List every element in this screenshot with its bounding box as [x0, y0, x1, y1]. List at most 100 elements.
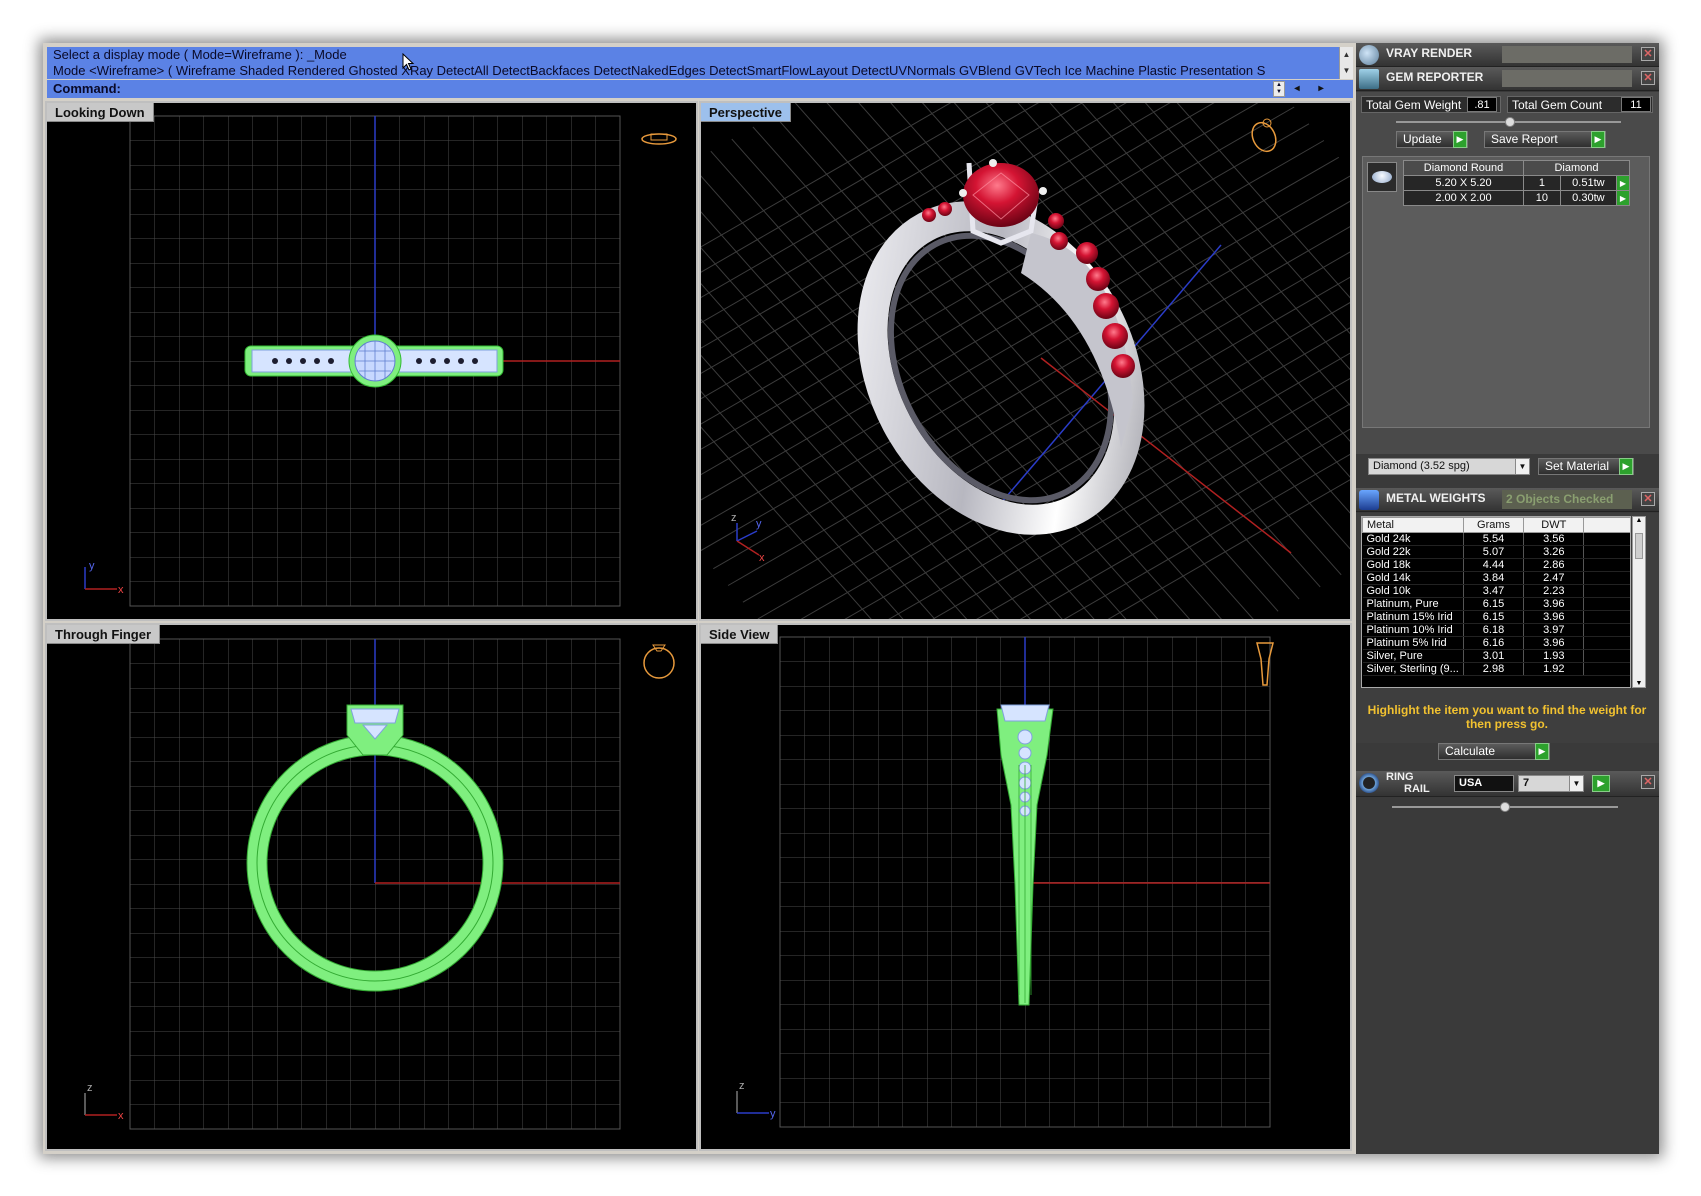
- gem-list: Diamond Round Diamond 5.20 X 5.20 1 0.51…: [1362, 156, 1650, 428]
- metal-grams: 6.16: [1463, 636, 1525, 650]
- metal-row[interactable]: Platinum 15% Irid 6.15 3.96: [1362, 610, 1630, 624]
- metal-name: Gold 24k: [1362, 532, 1464, 546]
- command-spinner[interactable]: ▲ ▼: [1273, 81, 1285, 97]
- ring-render: [857, 159, 1145, 535]
- close-icon[interactable]: ✕: [1641, 47, 1655, 61]
- metal-weights-header[interactable]: METAL WEIGHTS 2 Objects Checked ✕: [1356, 488, 1659, 512]
- go-arrow-icon[interactable]: ▶: [1453, 131, 1467, 148]
- command-input[interactable]: [127, 80, 1313, 98]
- viewport-side-view[interactable]: z y Side View: [699, 623, 1352, 1151]
- metal-row[interactable]: Platinum 10% Irid 6.18 3.97: [1362, 623, 1630, 637]
- mouse-cursor-icon: [402, 53, 415, 71]
- svg-text:x: x: [118, 1110, 124, 1122]
- scroll-down-icon[interactable]: ▼: [1633, 680, 1645, 687]
- ring-rail-title-line1: RING: [1386, 771, 1414, 783]
- scroll-up-icon[interactable]: ▲: [1340, 47, 1353, 63]
- set-material-button-label: Set Material: [1545, 459, 1610, 473]
- go-arrow-icon[interactable]: ▶: [1616, 175, 1630, 191]
- gem-table-header: Diamond Round: [1403, 160, 1524, 176]
- axis-indicator: z y x: [731, 512, 765, 564]
- close-icon[interactable]: ✕: [1641, 492, 1655, 506]
- viewport-title[interactable]: Looking Down: [47, 103, 154, 122]
- svg-text:x: x: [759, 552, 765, 564]
- gem-row[interactable]: 2.00 X 2.00 10 0.30tw ▶: [1403, 190, 1630, 206]
- panel-title: GEM REPORTER: [1386, 70, 1484, 84]
- metal-row[interactable]: Silver, Sterling (9... 2.98 1.92: [1362, 662, 1630, 676]
- metal-row[interactable]: Gold 18k 4.44 2.86: [1362, 558, 1630, 572]
- metal-row[interactable]: Platinum, Pure 6.15 3.96: [1362, 597, 1630, 611]
- metal-row[interactable]: Gold 24k 5.54 3.56: [1362, 532, 1630, 546]
- metal-name: Gold 14k: [1362, 571, 1464, 585]
- metal-dwt: 3.96: [1523, 597, 1585, 611]
- go-arrow-icon[interactable]: ▶: [1592, 775, 1610, 792]
- scroll-thumb[interactable]: [1635, 533, 1643, 559]
- metal-dwt: 2.47: [1523, 571, 1585, 585]
- scroll-down-icon[interactable]: ▼: [1340, 63, 1353, 79]
- metal-dwt: 2.86: [1523, 558, 1585, 572]
- history-back-arrow-icon[interactable]: ◂: [1289, 80, 1305, 98]
- metal-name: Silver, Pure: [1362, 649, 1464, 663]
- viewport-title[interactable]: Through Finger: [47, 625, 161, 644]
- history-forward-arrow-icon[interactable]: ▸: [1313, 80, 1329, 98]
- metal-dwt: 3.56: [1523, 532, 1585, 546]
- svg-text:z: z: [731, 512, 737, 524]
- go-arrow-icon[interactable]: ▶: [1616, 190, 1630, 206]
- save-report-button[interactable]: Save Report ▶: [1484, 131, 1606, 148]
- gem-reporter-header[interactable]: GEM REPORTER ✕: [1356, 67, 1659, 91]
- gem-weight: 0.51tw: [1559, 175, 1618, 191]
- metal-table-header: [1583, 517, 1630, 533]
- metal-table-header[interactable]: DWT: [1523, 517, 1585, 533]
- gem-slider-knob[interactable]: [1505, 117, 1515, 127]
- gem-size: 2.00 X 2.00: [1403, 190, 1524, 206]
- ring-rail-slider-knob[interactable]: [1500, 802, 1510, 812]
- close-icon[interactable]: ✕: [1641, 775, 1655, 789]
- calculate-button[interactable]: Calculate ▶: [1438, 743, 1550, 760]
- metal-table-scrollbar[interactable]: ▲ ▼: [1632, 516, 1646, 688]
- metal-blank-cell: [1583, 558, 1630, 572]
- viewport-canvas[interactable]: y x: [47, 103, 696, 619]
- metal-row[interactable]: Platinum 5% Irid 6.16 3.96: [1362, 636, 1630, 650]
- total-gem-count-value: 11: [1621, 97, 1651, 112]
- metal-dwt: 2.23: [1523, 584, 1585, 598]
- gem-row[interactable]: 5.20 X 5.20 1 0.51tw ▶: [1403, 175, 1630, 191]
- command-history-scrollbar[interactable]: ▲ ▼: [1339, 47, 1353, 79]
- material-select[interactable]: Diamond (3.52 spg) ▼: [1368, 458, 1530, 475]
- viewport-title[interactable]: Side View: [701, 625, 779, 644]
- go-arrow-icon[interactable]: ▶: [1535, 743, 1549, 760]
- country-field[interactable]: USA: [1454, 775, 1514, 792]
- chevron-down-icon[interactable]: ▼: [1569, 776, 1583, 791]
- viewport-looking-down[interactable]: y x Looking Down: [45, 101, 698, 621]
- close-icon[interactable]: ✕: [1641, 71, 1655, 85]
- panel-title: VRAY RENDER: [1386, 46, 1473, 60]
- metal-grams: 6.15: [1463, 597, 1525, 611]
- panel-strip: [1502, 46, 1632, 63]
- viewport-canvas[interactable]: z y: [701, 625, 1350, 1149]
- metal-blank-cell: [1583, 532, 1630, 546]
- scroll-up-icon[interactable]: ▲: [1633, 517, 1645, 524]
- svg-text:y: y: [756, 518, 762, 530]
- viewport-canvas[interactable]: z x: [47, 625, 696, 1149]
- ring-size-select[interactable]: 7 ▼: [1518, 775, 1584, 792]
- material-select-value: Diamond (3.52 spg): [1373, 460, 1470, 472]
- metal-grams: 5.54: [1463, 532, 1525, 546]
- metal-row[interactable]: Gold 10k 3.47 2.23: [1362, 584, 1630, 598]
- metal-row[interactable]: Gold 22k 5.07 3.26: [1362, 545, 1630, 559]
- chevron-down-icon[interactable]: ▼: [1515, 459, 1529, 474]
- viewport-canvas[interactable]: z y x: [701, 103, 1350, 619]
- viewport-through-finger[interactable]: z x Through Finger: [45, 623, 698, 1151]
- metal-row[interactable]: Silver, Pure 3.01 1.93: [1362, 649, 1630, 663]
- panel-title: METAL WEIGHTS: [1386, 491, 1486, 505]
- viewport-perspective[interactable]: z y x Perspective: [699, 101, 1352, 621]
- update-button[interactable]: Update ▶: [1396, 131, 1468, 148]
- metal-table-header[interactable]: Metal: [1362, 517, 1464, 533]
- save-report-button-label: Save Report: [1491, 132, 1558, 146]
- go-arrow-icon[interactable]: ▶: [1619, 458, 1633, 475]
- set-material-button[interactable]: Set Material ▶: [1538, 458, 1634, 475]
- go-arrow-icon[interactable]: ▶: [1591, 131, 1605, 148]
- viewport-title[interactable]: Perspective: [701, 103, 791, 122]
- ring-rail-header[interactable]: RING RAIL USA 7 ▼ ▶ ✕: [1356, 771, 1659, 797]
- vray-render-header[interactable]: VRAY RENDER ✕: [1356, 43, 1659, 67]
- metal-table-header[interactable]: Grams: [1462, 517, 1525, 533]
- command-history-line: Mode <Wireframe> ( Wireframe Shaded Rend…: [53, 63, 1266, 78]
- metal-row[interactable]: Gold 14k 3.84 2.47: [1362, 571, 1630, 585]
